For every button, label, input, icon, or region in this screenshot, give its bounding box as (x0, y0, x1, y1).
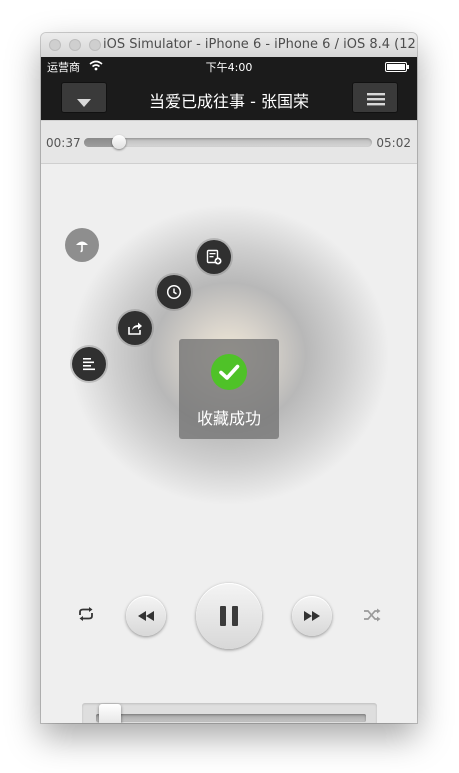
minimize-window-button[interactable] (69, 39, 81, 51)
fast-forward-icon (304, 611, 320, 621)
checkmark-icon (211, 354, 247, 390)
battery-icon (385, 62, 409, 75)
toast-message: 收藏成功 (196, 409, 261, 428)
rewind-icon (138, 611, 154, 621)
repeat-icon (79, 607, 93, 621)
add-to-playlist-icon (206, 249, 222, 265)
umbrella-button[interactable] (65, 228, 99, 262)
nav-bar: 当爱已成往事 - 张国荣 (41, 76, 417, 120)
lyrics-button[interactable] (72, 347, 106, 381)
share-button[interactable] (118, 311, 152, 345)
volume-knob[interactable] (98, 704, 121, 723)
simulator-window: iOS Simulator - iPhone 6 - iPhone 6 / iO… (41, 33, 417, 723)
song-title: 当爱已成往事 - 张国荣 (149, 92, 309, 111)
favorite-toast: 收藏成功 (179, 339, 279, 439)
add-to-playlist-button[interactable] (197, 240, 231, 274)
lyrics-icon (83, 358, 95, 371)
repeat-button[interactable] (77, 606, 95, 622)
total-time: 05:02 (376, 136, 411, 150)
volume-slider[interactable] (82, 703, 377, 723)
timer-button[interactable] (157, 275, 191, 309)
menu-button[interactable] (352, 82, 398, 113)
share-icon (128, 322, 142, 335)
chevron-down-icon (76, 93, 92, 112)
clock-icon (166, 284, 182, 300)
shuffle-button[interactable] (363, 607, 381, 622)
pause-icon (220, 606, 238, 626)
shuffle-icon (364, 608, 381, 622)
close-window-button[interactable] (49, 39, 61, 51)
menu-icon (367, 91, 385, 110)
play-pause-button[interactable] (196, 583, 262, 649)
next-button[interactable] (292, 596, 332, 636)
progress-slider[interactable] (84, 135, 372, 149)
collapse-button[interactable] (61, 82, 107, 113)
umbrella-icon (76, 241, 88, 253)
playback-progress: 00:37 05:02 (41, 120, 417, 164)
window-titlebar: iOS Simulator - iPhone 6 - iPhone 6 / iO… (41, 33, 417, 58)
elapsed-time: 00:37 (46, 136, 81, 150)
previous-button[interactable] (126, 596, 166, 636)
status-time: 下午4:00 (205, 61, 253, 74)
status-bar: 运营商 下午4:00 (41, 57, 417, 76)
zoom-window-button[interactable] (89, 39, 101, 51)
progress-knob[interactable] (112, 135, 127, 149)
window-title: iOS Simulator - iPhone 6 - iPhone 6 / iO… (103, 37, 417, 52)
volume-track (96, 704, 366, 723)
phone-screen: 运营商 下午4:00 当爱已成往事 - 张国荣 00:37 05:02 收藏成功 (41, 57, 417, 723)
